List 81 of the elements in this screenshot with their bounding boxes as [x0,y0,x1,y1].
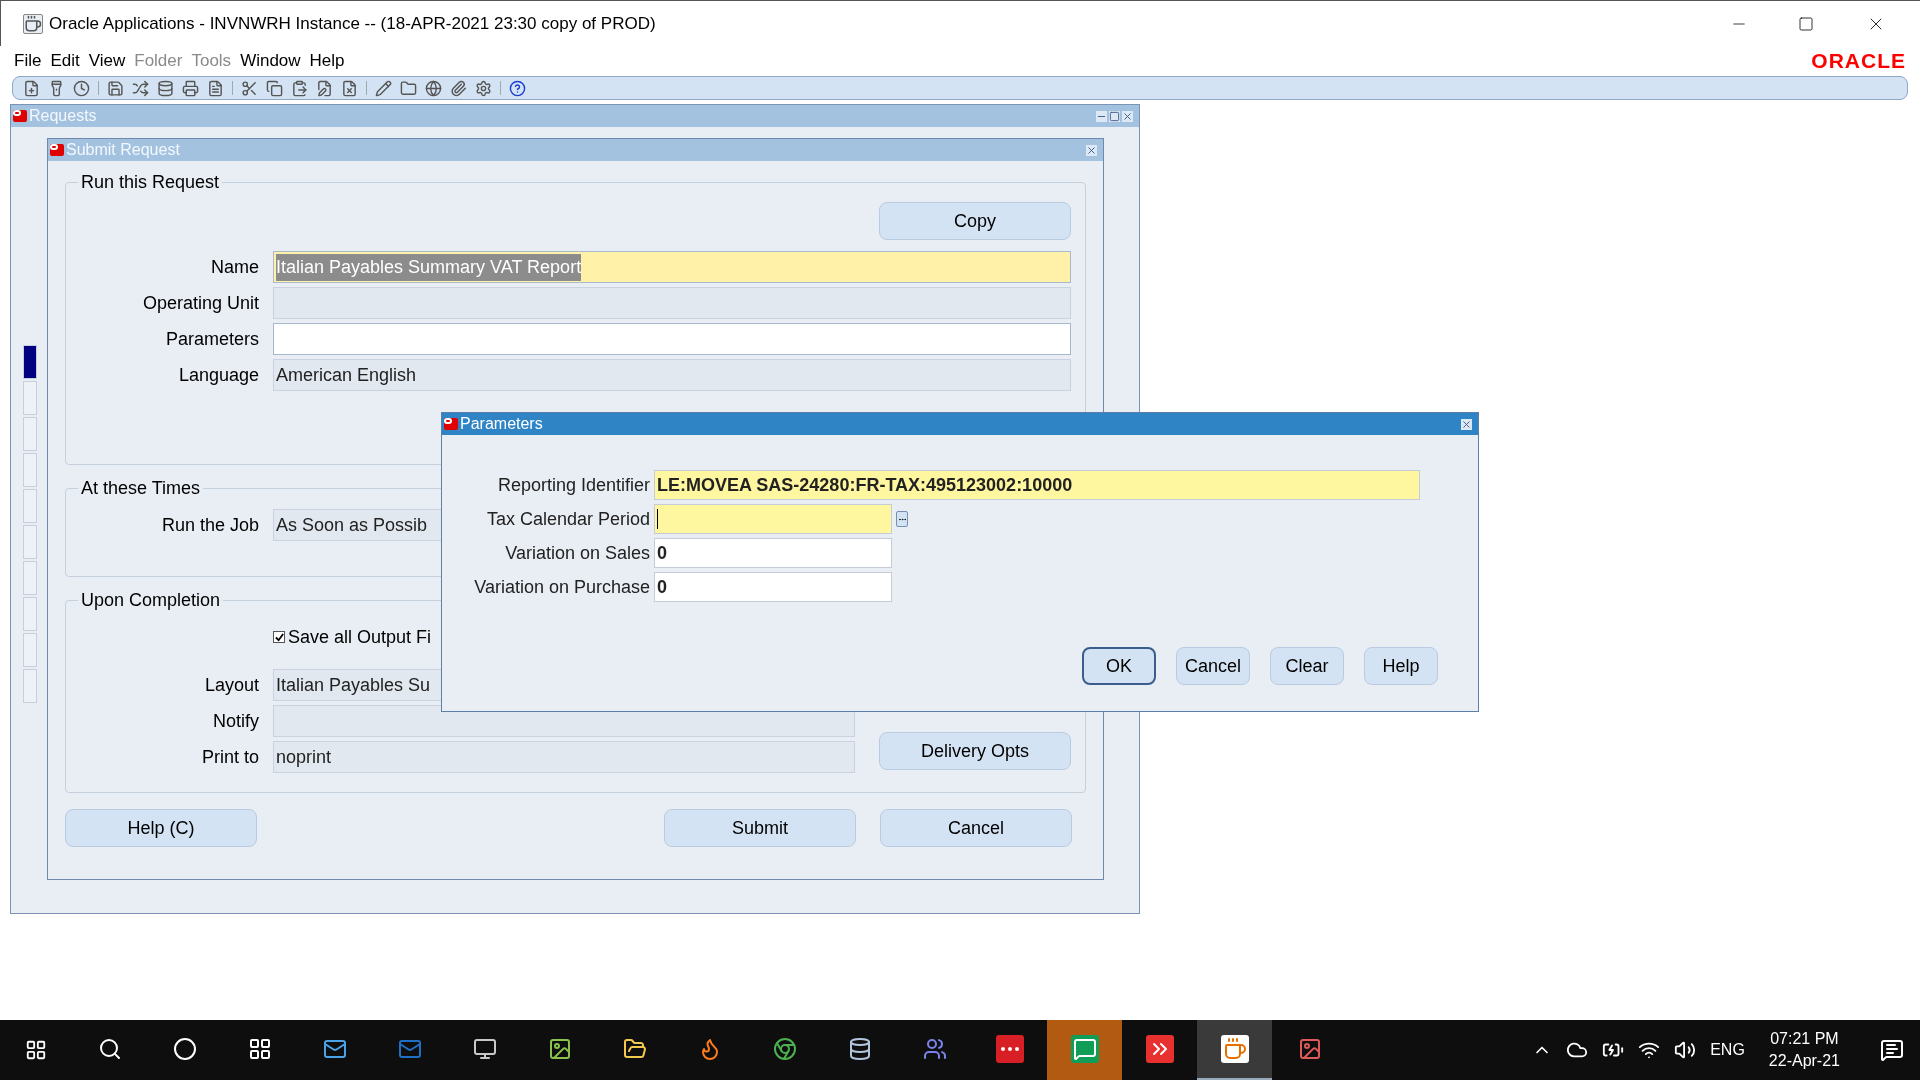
field-label: Variation on Purchase [473,575,650,599]
oracle-logo: ORACLE [1811,48,1906,75]
window-title: Parameters [460,416,544,432]
window-logo-icon [13,110,27,122]
window-title: Oracle Applications - INVNWRH Instance -- (18-APR-2021 23:30 copy of PROD) [49,12,657,35]
form-button[interactable]: Cancel [880,809,1072,847]
language-indicator[interactable]: ENG [1710,1038,1745,1062]
field-label: Name [210,255,259,279]
field-label: Tax Calendar Period [485,507,650,531]
taskbar-button[interactable] [1197,1020,1272,1080]
record-indicator[interactable] [23,345,37,379]
help-icon[interactable] [509,79,526,97]
minimize-icon[interactable] [1096,110,1107,122]
text-field[interactable] [273,287,1071,319]
form-button[interactable]: Help [1364,647,1438,685]
checkbox[interactable] [273,631,285,643]
window-logo-icon [50,144,64,156]
cut-icon[interactable] [241,79,258,97]
chat-icon [1070,1035,1099,1063]
text-field[interactable]: American English [273,359,1071,391]
text-field[interactable] [654,504,892,534]
dots-icon [995,1035,1024,1063]
coffee-cup-icon [23,13,43,34]
window-title: Requests [29,108,98,124]
text-field[interactable]: 0 [654,572,892,602]
database-icon[interactable] [157,79,174,97]
menu-item[interactable]: View [88,48,126,74]
shuffle-icon[interactable] [132,79,149,97]
menu-item[interactable]: Window [240,48,301,74]
pencil-icon[interactable] [375,79,392,97]
form-button[interactable]: OK [1082,647,1156,685]
save-icon[interactable] [107,79,124,97]
window-logo-icon [444,418,458,430]
form-button[interactable]: Cancel [1176,647,1250,685]
field-label: Reporting Identifier [496,473,650,497]
text-field[interactable]: 0 [654,538,892,568]
form-button[interactable]: Copy [879,202,1071,240]
printer-icon[interactable] [182,79,199,97]
window-title: Submit Request [66,142,181,158]
group-title: Run this Request [80,171,221,194]
check-icon [274,632,284,642]
menu-item[interactable]: Edit [50,48,80,74]
field-label: Run the Job [160,513,259,537]
form-button[interactable]: Clear [1270,647,1344,685]
menu-item[interactable]: File [14,48,42,74]
field-label: Language [177,363,259,387]
gear-icon[interactable] [475,79,492,97]
field-label: Notify [212,709,259,733]
maximize-icon[interactable] [1798,15,1814,32]
list-of-values-button[interactable] [896,511,908,527]
paste-icon[interactable] [291,79,308,97]
globe-icon[interactable] [425,79,442,97]
clock-icon[interactable] [73,79,90,97]
menu-item[interactable]: Help [309,48,345,74]
field-label: Variation on Sales [504,541,650,565]
volume-icon[interactable] [1674,1039,1697,1061]
field-label: Print to [200,745,259,769]
text-field[interactable]: LE:MOVEA SAS-24280:FR-TAX:495123002:10000 [654,470,1420,500]
maximize-icon[interactable] [1109,110,1120,122]
field-label: Layout [203,673,259,697]
coffee-cup-icon [1220,1035,1249,1063]
document-icon[interactable] [207,79,224,97]
form-button[interactable]: Delivery Opts [879,732,1071,770]
delete-document-icon[interactable] [341,79,358,97]
text-field[interactable]: noprint [273,741,855,773]
folder-icon[interactable] [400,79,417,97]
form-button[interactable]: Submit [664,809,856,847]
notification-icon[interactable] [1880,1038,1904,1062]
group-title: Upon Completion [80,589,222,612]
text-field[interactable] [273,323,1071,355]
paperclip-icon[interactable] [450,79,467,97]
field-label: Parameters [164,327,259,351]
copy-icon[interactable] [266,79,283,97]
group-title: At these Times [80,477,202,500]
clock[interactable]: 07:21 PM 22-Apr-21 [1758,1028,1850,1072]
new-record-icon[interactable] [23,79,40,97]
checkbox-label: Save all Output Fi [288,625,432,649]
form-button[interactable]: Help (C) [65,809,257,847]
edit-document-icon[interactable] [316,79,333,97]
windows-logo-icon [25,1039,47,1061]
field-label: Operating Unit [141,291,259,315]
